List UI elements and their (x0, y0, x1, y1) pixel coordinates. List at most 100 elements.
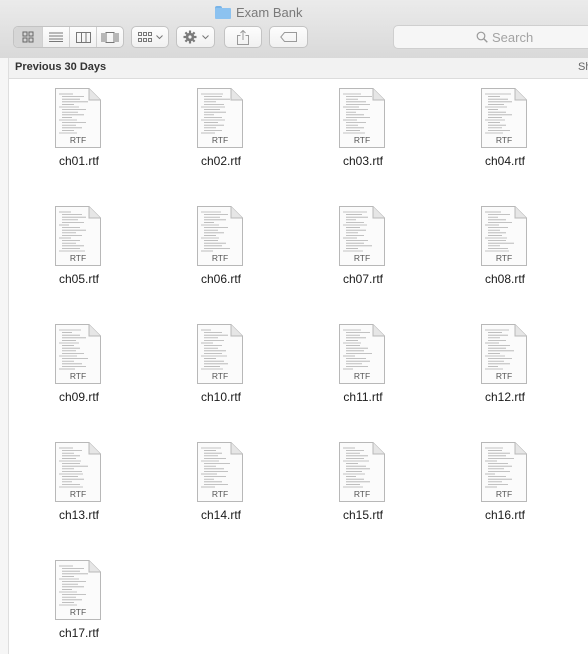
file-item[interactable]: RTF ch15.rtf (303, 433, 423, 533)
icon-view-icon (22, 31, 34, 43)
icon-view-button[interactable] (14, 27, 42, 47)
file-name-label: ch08.rtf (484, 272, 526, 286)
file-type-badge: RTF (496, 489, 512, 499)
file-item[interactable]: RTF ch01.rtf (19, 79, 139, 179)
search-icon (476, 31, 488, 43)
file-item[interactable]: RTF ch04.rtf (445, 79, 565, 179)
folder-icon (215, 5, 231, 19)
sidebar-edge (0, 58, 9, 654)
section-header: Previous 30 Days Sh (9, 58, 588, 79)
share-button[interactable] (224, 26, 262, 48)
file-item[interactable]: RTF ch08.rtf (445, 197, 565, 297)
file-name-label: ch16.rtf (484, 508, 526, 522)
file-item[interactable]: RTF ch07.rtf (303, 197, 423, 297)
file-type-badge: RTF (354, 135, 370, 145)
file-type-badge: RTF (212, 371, 228, 381)
file-grid: RTF ch01.rtf RTF ch02.rtf RTF ch03.rtf RTF ch04… (9, 79, 588, 654)
show-more-link[interactable]: Sh (578, 61, 588, 73)
file-name-label: ch09.rtf (58, 390, 100, 404)
file-item[interactable]: RTF ch09.rtf (19, 315, 139, 415)
group-arrange-icon (137, 31, 152, 42)
file-type-badge: RTF (354, 489, 370, 499)
column-view-icon (75, 31, 91, 43)
file-name-label: ch05.rtf (58, 272, 100, 286)
rtf-document-icon: RTF (481, 88, 527, 148)
file-name-label: ch12.rtf (484, 390, 526, 404)
file-item[interactable]: RTF ch02.rtf (161, 79, 281, 179)
tags-button-inner[interactable] (270, 27, 307, 47)
file-name-label: ch10.rtf (200, 390, 242, 404)
file-name-label: ch01.rtf (58, 154, 100, 168)
file-name-label: ch04.rtf (484, 154, 526, 168)
rtf-document-icon: RTF (339, 88, 385, 148)
section-title: Previous 30 Days (15, 61, 107, 73)
action-button[interactable] (176, 26, 215, 48)
file-name-label: ch06.rtf (200, 272, 242, 286)
arrange-button-inner[interactable] (132, 27, 168, 47)
window-toolbar: Exam Bank (0, 0, 588, 59)
file-item[interactable]: RTF ch03.rtf (303, 79, 423, 179)
chevron-down-icon (201, 34, 209, 39)
window-title: Exam Bank (215, 3, 302, 21)
rtf-document-icon: RTF (339, 324, 385, 384)
file-type-badge: RTF (70, 371, 86, 381)
column-view-button[interactable] (69, 27, 96, 47)
rtf-document-icon: RTF (55, 206, 101, 266)
file-name-label: ch13.rtf (58, 508, 100, 522)
file-name-label: ch15.rtf (342, 508, 384, 522)
file-type-badge: RTF (70, 253, 86, 263)
list-view-button[interactable] (42, 27, 69, 47)
rtf-document-icon: RTF (55, 560, 101, 620)
file-type-badge: RTF (70, 135, 86, 145)
rtf-document-icon: RTF (481, 324, 527, 384)
file-name-label: ch03.rtf (342, 154, 384, 168)
share-button-inner[interactable] (225, 27, 261, 47)
search-input[interactable] (492, 29, 572, 45)
file-item[interactable]: RTF ch11.rtf (303, 315, 423, 415)
file-type-badge: RTF (212, 489, 228, 499)
file-item[interactable]: RTF ch16.rtf (445, 433, 565, 533)
file-type-badge: RTF (70, 607, 86, 617)
rtf-document-icon: RTF (55, 442, 101, 502)
rtf-document-icon: RTF (481, 206, 527, 266)
window-title-label: Exam Bank (236, 4, 303, 20)
rtf-document-icon: RTF (197, 324, 243, 384)
gear-icon (183, 30, 196, 44)
gallery-view-icon (101, 31, 119, 43)
file-name-label: ch02.rtf (200, 154, 242, 168)
file-type-badge: RTF (496, 371, 512, 381)
file-type-badge: RTF (496, 135, 512, 145)
file-item[interactable]: RTF ch14.rtf (161, 433, 281, 533)
file-item[interactable]: RTF ch17.rtf (19, 551, 139, 651)
file-type-badge: RTF (354, 371, 370, 381)
rtf-document-icon: RTF (197, 206, 243, 266)
file-type-badge: RTF (212, 135, 228, 145)
file-type-badge: RTF (212, 253, 228, 263)
file-item[interactable]: RTF ch13.rtf (19, 433, 139, 533)
file-name-label: ch11.rtf (343, 390, 383, 404)
search-field[interactable] (393, 25, 588, 49)
rtf-document-icon: RTF (197, 88, 243, 148)
chevron-down-icon (155, 34, 163, 39)
rtf-document-icon: RTF (55, 88, 101, 148)
tags-button[interactable] (269, 26, 308, 48)
view-mode-segmented-control (13, 26, 124, 48)
gallery-view-button[interactable] (96, 27, 123, 47)
rtf-document-icon: RTF (339, 442, 385, 502)
list-view-icon (49, 32, 63, 42)
file-item[interactable]: RTF ch05.rtf (19, 197, 139, 297)
rtf-document-icon: RTF (197, 442, 243, 502)
file-name-label: ch07.rtf (342, 272, 384, 286)
rtf-document-icon: RTF (339, 206, 385, 266)
file-item[interactable]: RTF ch12.rtf (445, 315, 565, 415)
file-item[interactable]: RTF ch10.rtf (161, 315, 281, 415)
file-name-label: ch14.rtf (200, 508, 242, 522)
arrange-button[interactable] (131, 26, 169, 48)
rtf-document-icon: RTF (55, 324, 101, 384)
action-button-inner[interactable] (177, 27, 214, 47)
file-type-badge: RTF (70, 489, 86, 499)
file-name-label: ch17.rtf (58, 626, 100, 640)
file-type-badge: RTF (496, 253, 512, 263)
file-item[interactable]: RTF ch06.rtf (161, 197, 281, 297)
rtf-document-icon: RTF (481, 442, 527, 502)
